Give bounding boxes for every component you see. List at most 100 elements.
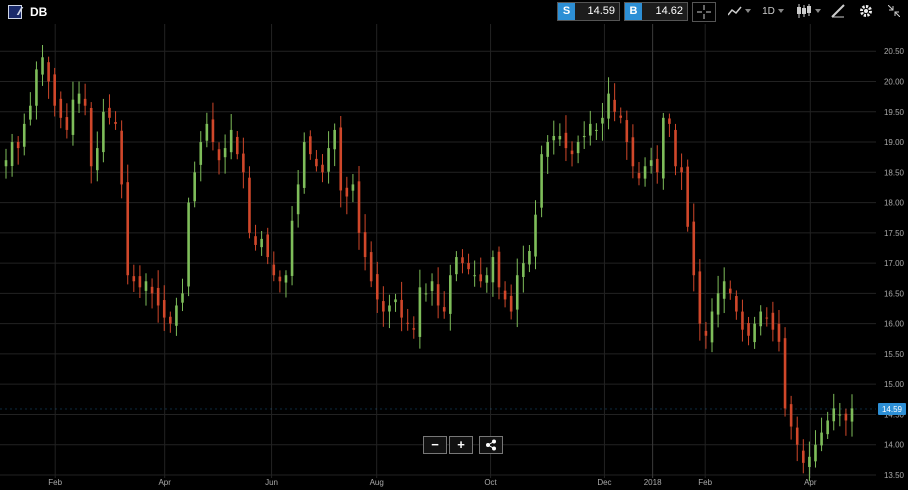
candle-body <box>814 444 817 462</box>
x-tick-label: Jun <box>265 478 278 487</box>
interval-select[interactable]: 1D <box>760 2 786 22</box>
y-tick-label: 16.50 <box>884 289 905 298</box>
zoom-in-button[interactable]: + <box>449 436 473 454</box>
candle-body <box>114 122 117 124</box>
candle-body <box>327 148 330 172</box>
x-tick-label: Dec <box>597 478 611 487</box>
candle-body <box>771 312 775 330</box>
candle-body <box>491 257 495 283</box>
y-tick-label: 14.00 <box>884 441 905 450</box>
x-tick-label: Feb <box>698 478 712 487</box>
symbol-label: DB <box>30 5 48 19</box>
candle-body <box>576 142 580 154</box>
candle-body <box>162 300 166 318</box>
candle-body <box>509 295 513 312</box>
collapse-button[interactable] <box>884 2 904 22</box>
candle-body <box>375 274 379 300</box>
candle-body <box>102 111 105 153</box>
y-tick-label: 20.50 <box>884 47 905 56</box>
time-axis: Feb Apr Jun Aug Oct Dec 2018 Feb Apr <box>48 478 817 487</box>
candle-body <box>686 166 689 227</box>
candle-body <box>637 173 641 179</box>
candle-body <box>138 276 142 288</box>
price-chart[interactable]: 20.50 20.00 19.50 19.00 18.50 18.00 17.50 17.00… <box>0 24 908 490</box>
candle-body <box>71 99 75 135</box>
candle-body <box>150 286 154 294</box>
chevron-down-icon <box>744 9 751 14</box>
candle-body <box>89 107 93 167</box>
toolbar: DB S 14.59 B 14.62 1D <box>0 0 908 24</box>
settings-icon <box>860 5 872 18</box>
zoom-out-button[interactable]: − <box>423 436 447 454</box>
chart-type-button[interactable] <box>794 2 822 22</box>
candle-body <box>607 93 610 119</box>
candle-body <box>850 408 854 422</box>
candle-body <box>528 251 531 265</box>
chart-grid <box>0 24 876 478</box>
indicators-button[interactable] <box>726 2 752 22</box>
candle-body <box>394 299 397 303</box>
x-tick-label: Apr <box>804 478 817 487</box>
candle-body <box>260 238 263 248</box>
candle-body <box>22 123 26 147</box>
candle-body <box>601 117 604 124</box>
candle-body <box>698 271 702 324</box>
buy-tag: B <box>625 3 642 20</box>
candle-body <box>449 275 452 314</box>
sell-price: 14.59 <box>587 5 615 17</box>
candle-body <box>296 184 300 215</box>
candle-body <box>369 252 373 282</box>
candle-body <box>497 251 501 288</box>
crosshair-button[interactable] <box>692 2 716 22</box>
candle-body <box>211 119 215 143</box>
candle-body <box>272 264 276 276</box>
candle-body <box>77 93 81 104</box>
candle-body <box>278 276 282 282</box>
candle-body <box>631 137 635 167</box>
candle-body <box>229 129 233 153</box>
x-tick-label: Feb <box>48 478 62 487</box>
candle-body <box>95 148 99 171</box>
candle-body <box>400 299 403 318</box>
candle-body <box>582 135 586 138</box>
y-tick-label: 19.50 <box>884 108 905 117</box>
candle-body <box>35 69 38 106</box>
candle-body <box>595 129 598 131</box>
candle-body <box>546 142 549 157</box>
candle-body <box>722 281 726 299</box>
candle-body <box>753 323 756 343</box>
candle-body <box>503 290 507 300</box>
candle-body <box>41 57 44 75</box>
y-tick-label: 17.50 <box>884 229 905 238</box>
buy-price: 14.62 <box>655 5 683 17</box>
candle-body <box>795 427 799 445</box>
candle-body <box>181 293 184 303</box>
candle-body <box>351 184 355 191</box>
candle-body <box>406 322 409 324</box>
candlestick-icon <box>796 4 811 19</box>
candle-body <box>284 275 288 283</box>
y-tick-label: 15.50 <box>884 350 905 359</box>
share-button[interactable] <box>479 436 503 454</box>
sell-price-button[interactable]: S 14.59 <box>557 2 620 21</box>
candle-body <box>321 164 324 173</box>
candle-body <box>759 311 763 327</box>
candle-body <box>217 149 221 161</box>
candle-body <box>16 141 20 149</box>
candle-body <box>29 105 32 120</box>
candle-body <box>169 316 172 324</box>
candle-body <box>540 154 543 208</box>
candle-body <box>83 98 87 106</box>
chevron-down-icon <box>777 9 784 14</box>
candle-body <box>802 450 805 463</box>
candle-body <box>248 177 251 233</box>
price-axis: 20.50 20.00 19.50 19.00 18.50 18.00 17.50 17.00… <box>878 47 906 480</box>
candle-body <box>144 281 148 291</box>
buy-price-button[interactable]: B 14.62 <box>624 2 688 21</box>
candle-body <box>777 323 781 342</box>
settings-button[interactable] <box>856 2 876 22</box>
candle-body <box>382 301 385 312</box>
drawing-tool-button[interactable] <box>828 2 848 22</box>
candle-body <box>552 135 556 141</box>
candle-body <box>716 293 720 315</box>
